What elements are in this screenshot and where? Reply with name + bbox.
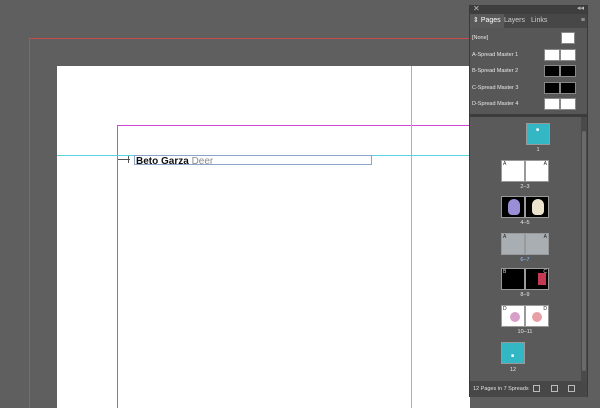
page-thumbnail-6[interactable]: A — [501, 233, 525, 255]
master-badge: A — [503, 161, 507, 167]
edit-page-size-button[interactable] — [533, 385, 540, 392]
pages-panel: ✕ ◂◂ ⇕ Pages Layers Links ≡ [None] A-Spr… — [469, 4, 588, 397]
page-thumbnail-11[interactable]: D — [525, 305, 549, 327]
page-thumbnail-2[interactable]: A — [501, 160, 525, 182]
page-thumbnail-3[interactable]: A — [525, 160, 549, 182]
skull-illustration — [532, 199, 544, 215]
illustration-block — [538, 273, 546, 285]
spread-label: 2–3 — [520, 184, 530, 190]
master-badge: A — [543, 234, 547, 240]
master-thumbnail-left — [544, 98, 560, 110]
headline-text[interactable]: Beto Garza Deer — [136, 156, 213, 167]
master-item-c[interactable]: C-Spread Master 3 — [470, 81, 587, 95]
spread-label: 1 — [536, 147, 540, 153]
master-item-b[interactable]: B-Spread Master 2 — [470, 64, 587, 78]
close-icon[interactable]: ✕ — [473, 4, 480, 13]
headline-light: Deer — [191, 156, 214, 167]
spread-label: 12 — [509, 367, 517, 373]
tab-layers[interactable]: Layers — [501, 14, 528, 28]
text-frame-port-tick — [128, 156, 129, 163]
document-page[interactable] — [57, 66, 470, 408]
master-badge: D — [503, 306, 507, 312]
master-thumbnail-left — [544, 65, 560, 77]
delete-page-button[interactable] — [568, 385, 575, 392]
bleed-guide-top — [29, 38, 470, 39]
spread-label: 4–5 — [520, 220, 530, 226]
master-thumbnail-right — [560, 65, 576, 77]
page-thumbnail-4[interactable] — [501, 196, 525, 218]
page-thumbnail-1[interactable]: ■ — [526, 123, 550, 145]
masters-section: [None] A-Spread Master 1 B-Spread Master… — [470, 28, 587, 114]
face-illustration — [532, 312, 542, 322]
master-thumbnail-right — [560, 98, 576, 110]
bleed-guide-left — [29, 38, 30, 408]
page-thumbnail-5[interactable] — [525, 196, 549, 218]
master-badge: A — [543, 161, 547, 167]
spread-label: 8–9 — [520, 292, 530, 298]
scrollbar-thumb[interactable] — [582, 131, 586, 371]
page-thumbnail-12[interactable]: ■ — [501, 342, 525, 364]
panel-tabs: ⇕ Pages Layers Links ≡ — [470, 14, 587, 28]
page-thumbnail-9[interactable]: C — [525, 268, 549, 290]
master-thumbnail-left — [544, 49, 560, 61]
panel-footer: 12 Pages in 7 Spreads — [470, 381, 587, 397]
master-item-none[interactable]: [None] — [470, 31, 587, 45]
spread-label: 10–11 — [517, 329, 533, 335]
face-illustration — [510, 312, 520, 322]
headline-bold: Beto Garza — [136, 156, 189, 167]
create-new-page-button[interactable] — [551, 385, 558, 392]
master-badge: B — [503, 269, 507, 275]
tab-links[interactable]: Links — [528, 14, 550, 28]
margin-guide-left — [117, 125, 118, 408]
master-thumbnail-right — [560, 82, 576, 94]
collapse-icon[interactable]: ◂◂ — [577, 4, 584, 12]
panel-titlebar: ✕ ◂◂ — [470, 4, 587, 14]
panel-menu-icon[interactable]: ≡ — [581, 14, 585, 28]
skull-illustration — [508, 199, 520, 215]
page-thumbnail-8[interactable]: B — [501, 268, 525, 290]
master-thumbnail-left — [544, 82, 560, 94]
page-thumbnail-10[interactable]: D — [501, 305, 525, 327]
spread-label-selected: 6–7 — [520, 257, 530, 263]
page-content-icon: ■ — [511, 353, 515, 359]
page-content-icon: ■ — [536, 127, 540, 133]
tab-pages[interactable]: ⇕ Pages — [470, 14, 504, 28]
master-item-a[interactable]: A-Spread Master 1 — [470, 48, 587, 62]
margin-guide-top — [117, 125, 470, 126]
master-item-d[interactable]: D-Spread Master 4 — [470, 97, 587, 111]
master-thumbnail — [561, 32, 575, 44]
page-count-status: 12 Pages in 7 Spreads — [473, 386, 529, 392]
page-thumbnail-7[interactable]: A — [525, 233, 549, 255]
master-badge: A — [503, 234, 507, 240]
master-thumbnail-right — [560, 49, 576, 61]
ruler-guide-vertical[interactable] — [411, 66, 412, 408]
master-badge: D — [543, 306, 547, 312]
pages-list: ■ 1 A A 2–3 4–5 A A 6–7 B C 8–9 D D 10–1… — [470, 117, 581, 381]
